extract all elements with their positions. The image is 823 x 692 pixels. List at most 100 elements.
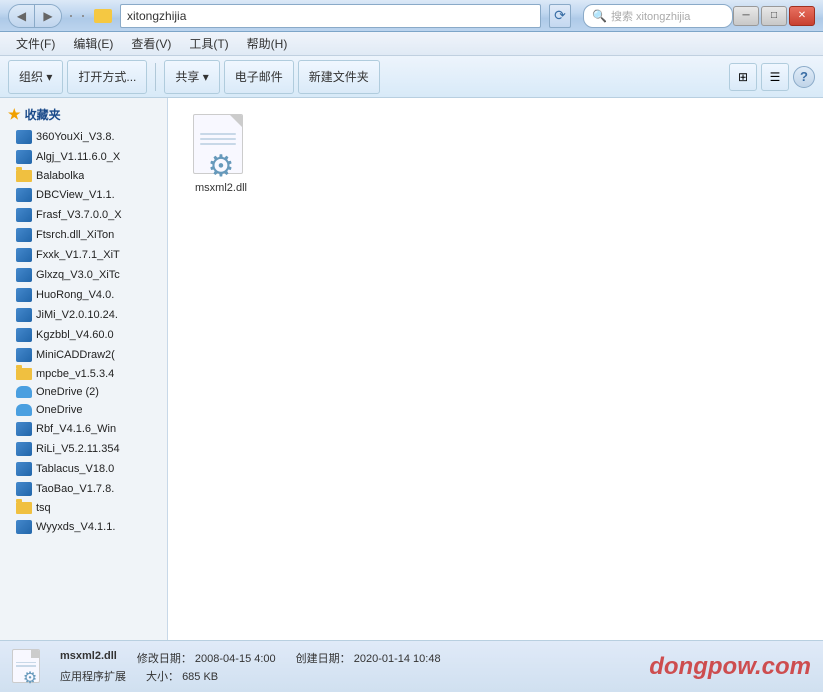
sidebar-item-1[interactable]: Algj_V1.11.6.0_X xyxy=(0,147,167,167)
status-bar: ⚙ msxml2.dll 修改日期： 2008-04-15 4:00 创建日期：… xyxy=(0,640,823,692)
app-icon xyxy=(16,208,32,222)
sidebar-item-label: tsq xyxy=(36,502,51,514)
menu-tools[interactable]: 工具(T) xyxy=(181,33,236,54)
modified-label: 修改日期： xyxy=(137,653,192,665)
sidebar-item-label: JiMi_V2.0.10.24. xyxy=(36,309,118,321)
share-label: 共享 ▾ xyxy=(175,68,208,85)
app-icon xyxy=(16,442,32,456)
new-folder-button[interactable]: 新建文件夹 xyxy=(298,60,380,94)
sidebar-item-8[interactable]: HuoRong_V4.0. xyxy=(0,285,167,305)
view-details-button[interactable]: ☰ xyxy=(761,63,789,91)
sidebar-item-label: OneDrive (2) xyxy=(36,386,99,398)
file-name-label: msxml2.dll xyxy=(195,182,247,194)
sidebar-item-11[interactable]: MiniCADDraw2( xyxy=(0,345,167,365)
status-modified: 修改日期： 2008-04-15 4:00 xyxy=(137,650,276,666)
search-bar[interactable]: 🔍 搜索 xitongzhijia xyxy=(583,4,733,28)
app-icon xyxy=(16,188,32,202)
favorites-label: 收藏夹 xyxy=(25,106,61,123)
maximize-button[interactable]: □ xyxy=(761,6,787,26)
sidebar-item-label: Kgzbbl_V4.60.0 xyxy=(36,329,114,341)
status-row-2: 应用程序扩展 大小： 685 KB xyxy=(60,668,637,684)
sidebar-item-label: Algj_V1.11.6.0_X xyxy=(36,151,120,163)
sidebar-item-label: Rbf_V4.1.6_Win xyxy=(36,423,116,435)
sidebar-item-label: 360YouXi_V3.8. xyxy=(36,131,115,143)
sidebar-item-12[interactable]: mpcbe_v1.5.3.4 xyxy=(0,365,167,383)
sidebar: ★ 收藏夹 360YouXi_V3.8. Algj_V1.11.6.0_X Bala… xyxy=(0,98,168,640)
sidebar-item-10[interactable]: Kgzbbl_V4.60.0 xyxy=(0,325,167,345)
sidebar-item-17[interactable]: Tablacus_V18.0 xyxy=(0,459,167,479)
dll-file-icon: ⚙ xyxy=(193,114,249,178)
email-button[interactable]: 电子邮件 xyxy=(224,60,294,94)
sidebar-item-3[interactable]: DBCView_V1.1. xyxy=(0,185,167,205)
sidebar-item-label: Balabolka xyxy=(36,170,84,182)
menu-help[interactable]: 帮助(H) xyxy=(239,33,296,54)
sidebar-favorites-header[interactable]: ★ 收藏夹 xyxy=(0,102,167,127)
sidebar-item-9[interactable]: JiMi_V2.0.10.24. xyxy=(0,305,167,325)
app-icon xyxy=(16,288,32,302)
sidebar-item-7[interactable]: Glxzq_V3.0_XiTc xyxy=(0,265,167,285)
sidebar-item-20[interactable]: Wyyxds_V4.1.1. xyxy=(0,517,167,537)
sidebar-item-label: MiniCADDraw2( xyxy=(36,349,115,361)
sidebar-item-label: RiLi_V5.2.11.354 xyxy=(36,443,120,455)
view-icon: ⊞ xyxy=(738,70,748,84)
sidebar-item-13[interactable]: OneDrive (2) xyxy=(0,383,167,401)
sidebar-item-14[interactable]: OneDrive xyxy=(0,401,167,419)
nav-button-group[interactable]: ◀ ▶ xyxy=(8,4,62,28)
cloud-icon xyxy=(16,404,32,416)
sidebar-item-5[interactable]: Ftsrch.dll_XiTon xyxy=(0,225,167,245)
star-icon: ★ xyxy=(8,106,21,123)
title-bar-left: ◀ ▶ · · xitongzhijia ⟳ 🔍 搜索 xitongzhijia xyxy=(8,4,733,28)
created-label: 创建日期： xyxy=(296,653,351,665)
folder-icon xyxy=(16,170,32,182)
organize-button[interactable]: 组织 ▾ xyxy=(8,60,63,94)
sidebar-item-label: OneDrive xyxy=(36,404,82,416)
share-button[interactable]: 共享 ▾ xyxy=(164,60,219,94)
file-area: ⚙ msxml2.dll xyxy=(168,98,823,640)
sidebar-item-6[interactable]: Fxxk_V1.7.1_XiT xyxy=(0,245,167,265)
app-icon xyxy=(16,268,32,282)
folder-icon-title xyxy=(94,9,112,23)
status-filename: msxml2.dll xyxy=(60,650,117,666)
menu-view[interactable]: 查看(V) xyxy=(123,33,179,54)
created-date: 2020-01-14 10:48 xyxy=(354,653,441,665)
new-folder-label: 新建文件夹 xyxy=(309,68,369,85)
sidebar-item-0[interactable]: 360YouXi_V3.8. xyxy=(0,127,167,147)
sidebar-item-19[interactable]: tsq xyxy=(0,499,167,517)
size-label: 大小： xyxy=(146,671,179,683)
search-placeholder: 搜索 xitongzhijia xyxy=(611,8,690,24)
sidebar-item-2[interactable]: Balabolka xyxy=(0,167,167,185)
status-gear-icon: ⚙ xyxy=(23,671,37,687)
sidebar-item-18[interactable]: TaoBao_V1.7.8. xyxy=(0,479,167,499)
menu-edit[interactable]: 编辑(E) xyxy=(65,33,121,54)
file-item[interactable]: ⚙ msxml2.dll xyxy=(176,106,266,202)
gear-icon: ⚙ xyxy=(208,152,235,182)
folder-icon xyxy=(16,502,32,514)
back-button[interactable]: ◀ xyxy=(9,5,35,27)
menu-file[interactable]: 文件(F) xyxy=(8,33,63,54)
sidebar-item-label: Frasf_V3.7.0.0_X xyxy=(36,209,122,221)
forward-button[interactable]: ▶ xyxy=(35,5,61,27)
window-controls[interactable]: ─ □ ✕ xyxy=(733,6,815,26)
address-text: xitongzhijia xyxy=(127,9,186,23)
open-with-button[interactable]: 打开方式... xyxy=(67,60,147,94)
modified-date: 2008-04-15 4:00 xyxy=(195,653,276,665)
app-icon xyxy=(16,150,32,164)
view-toggle-button[interactable]: ⊞ xyxy=(729,63,757,91)
sidebar-item-4[interactable]: Frasf_V3.7.0.0_X xyxy=(0,205,167,225)
sidebar-item-15[interactable]: Rbf_V4.1.6_Win xyxy=(0,419,167,439)
sidebar-item-16[interactable]: RiLi_V5.2.11.354 xyxy=(0,439,167,459)
help-button[interactable]: ? xyxy=(793,66,815,88)
sidebar-item-label: Fxxk_V1.7.1_XiT xyxy=(36,249,120,261)
app-icon xyxy=(16,482,32,496)
open-with-label: 打开方式... xyxy=(78,68,136,85)
refresh-button[interactable]: ⟳ xyxy=(549,4,571,28)
app-icon xyxy=(16,422,32,436)
address-bar[interactable]: xitongzhijia xyxy=(120,4,541,28)
close-button[interactable]: ✕ xyxy=(789,6,815,26)
help-label: ? xyxy=(800,69,808,84)
separator-dot: · xyxy=(68,5,74,26)
minimize-button[interactable]: ─ xyxy=(733,6,759,26)
status-created: 创建日期： 2020-01-14 10:48 xyxy=(296,650,441,666)
status-file-icon: ⚙ xyxy=(12,649,48,685)
toolbar-separator xyxy=(155,63,156,91)
